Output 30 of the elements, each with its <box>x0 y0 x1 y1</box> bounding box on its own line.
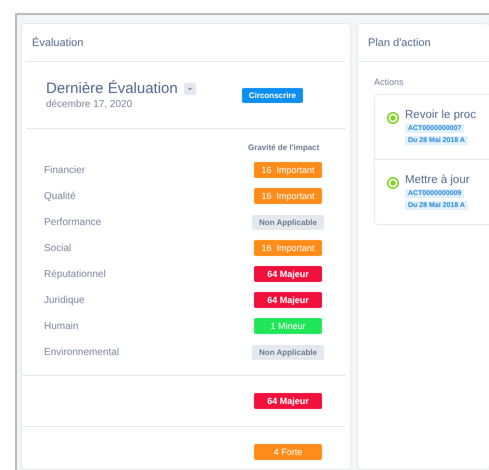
card-title: Évaluation <box>32 36 84 48</box>
dropdown-icon[interactable] <box>184 82 196 94</box>
category-label: Social <box>44 242 72 254</box>
severity-badge: 16 Important <box>254 240 322 256</box>
target-icon <box>387 177 399 189</box>
severity-badge: 1 Mineur <box>254 318 322 334</box>
severity-badge: 64 Majeur <box>254 292 322 308</box>
status-badge: Circonscrire <box>242 88 303 102</box>
category-label: Financier <box>44 164 86 176</box>
evaluation-heading: Dernière Évaluation <box>46 80 178 97</box>
category-label: Juridique <box>44 294 86 306</box>
severity-badge: 16 Important <box>254 188 322 204</box>
target-icon <box>387 112 399 124</box>
column-header: Gravité de l'impact <box>248 142 320 152</box>
severity-badge: 64 Majeur <box>254 266 322 282</box>
category-label: Performance <box>44 216 102 228</box>
severity-badge: 4 Forte <box>254 444 322 460</box>
action-title[interactable]: Revoir le proc <box>405 109 476 121</box>
section-label: Actions <box>374 77 404 87</box>
category-label: Humain <box>44 320 80 332</box>
action-title[interactable]: Mettre à jour <box>405 174 470 186</box>
category-label: Qualité <box>44 190 77 202</box>
severity-badge: 16 Important <box>254 162 322 178</box>
category-label: Environnemental <box>44 346 120 358</box>
category-label: Réputationnel <box>44 268 107 280</box>
severity-badge: Non Applicable <box>252 214 324 230</box>
severity-badge: Non Applicable <box>252 344 324 360</box>
severity-badge: 64 Majeur <box>254 393 322 409</box>
card-title: Plan d'action <box>368 36 431 48</box>
evaluation-date: décembre 17, 2020 <box>46 99 134 110</box>
